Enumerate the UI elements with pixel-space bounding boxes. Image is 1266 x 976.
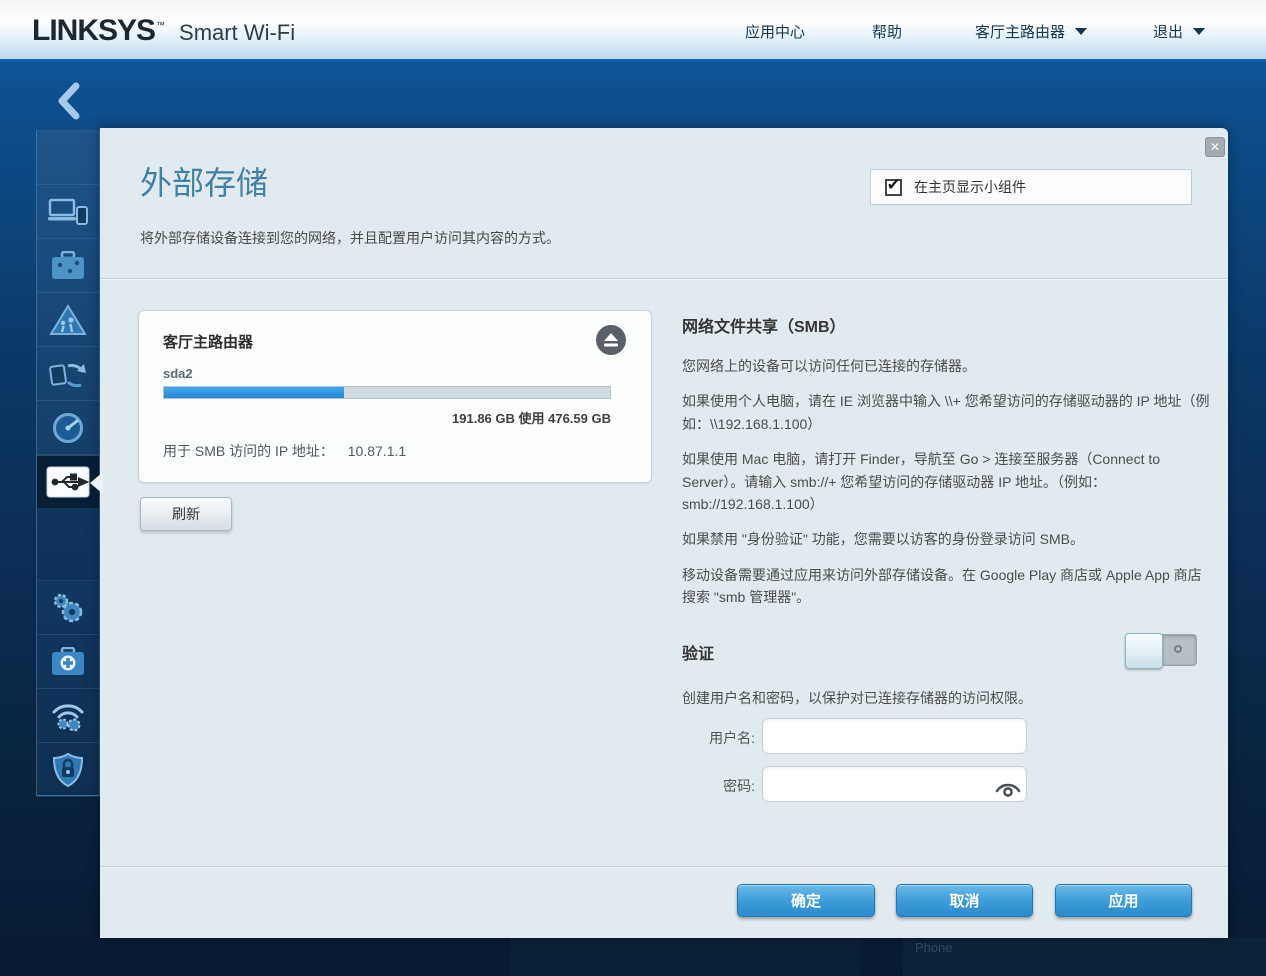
usb-storage-icon [46, 466, 90, 498]
cancel-button[interactable]: 取消 [896, 884, 1033, 917]
external-storage-panel: ✕ 外部存储 将外部存储设备连接到您的网络，并且配置用户访问其内容的方式。 ✔ … [100, 128, 1228, 938]
first-aid-kit-icon [50, 647, 86, 677]
sidebar-item-parental-controls[interactable] [37, 293, 99, 347]
app-header: LINKSYS ™ Smart Wi-Fi 应用中心 帮助 客厅主路由器 退出 [0, 0, 1266, 62]
speed-test-icon [51, 411, 85, 445]
smb-paragraph: 如果使用 Mac 电脑，请打开 Finder，导航至 Go > 连接至服务器（C… [682, 448, 1214, 515]
trademark-symbol: ™ [156, 20, 165, 30]
username-field[interactable] [762, 718, 1027, 754]
usage-bar-fill [164, 387, 344, 398]
smb-paragraph: 您网络上的设备可以访问任何已连接的存储器。 [682, 355, 1214, 377]
nav-label: 退出 [1153, 21, 1183, 42]
auth-heading: 验证 [682, 640, 714, 664]
guest-access-icon [50, 251, 86, 281]
devices-icon [48, 198, 88, 226]
smb-ip-value: 10.87.1.1 [348, 443, 406, 459]
usage-text: 191.86 GB 使用 476.59 GB [163, 408, 611, 427]
chevron-left-icon [52, 82, 86, 120]
sidebar-item-security[interactable] [37, 743, 99, 797]
sidebar-item-connectivity[interactable] [37, 581, 99, 635]
sidebar-item-media-prioritization[interactable] [37, 347, 99, 401]
sidebar-spacer [37, 131, 99, 185]
sidebar-item-device-list[interactable] [37, 185, 99, 239]
sidebar-spacer [37, 509, 99, 581]
chevron-down-icon [1193, 28, 1205, 35]
storage-device-card: 客厅主路由器 sda2 191.86 GB 使用 476.59 GB 用于 SM… [138, 310, 652, 483]
smb-paragraph: 如果禁用 "身份验证" 功能，您需要以访客的身份登录访问 SMB。 [682, 528, 1214, 550]
brand-subtitle: Smart Wi-Fi [179, 20, 295, 46]
toggle-off-indicator [1174, 645, 1182, 653]
auth-description: 创建用户名和密码，以保护对已连接存储器的访问权限。 [682, 688, 1032, 708]
password-label: 密码: [683, 776, 755, 796]
wifi-settings-icon [48, 700, 88, 732]
eject-icon [603, 333, 619, 347]
username-label: 用户名: [683, 728, 755, 748]
page-title: 外部存储 [140, 158, 268, 204]
nav-logout-menu[interactable]: 退出 [1153, 0, 1205, 62]
page-subtitle: 将外部存储设备连接到您的网络，并且配置用户访问其内容的方式。 [140, 228, 560, 248]
eject-button[interactable] [596, 325, 626, 355]
media-prioritization-icon [48, 358, 88, 390]
usage-bar [163, 386, 611, 399]
back-button[interactable] [52, 82, 86, 120]
smb-ip-label: 用于 SMB 访问的 IP 地址： [163, 443, 334, 459]
apply-button[interactable]: 应用 [1055, 884, 1192, 917]
divider [100, 278, 1228, 280]
chevron-down-icon [1075, 28, 1087, 35]
smb-info-section: 网络文件共享（SMB） 您网络上的设备可以访问任何已连接的存储器。 如果使用个人… [682, 313, 1214, 622]
sidebar-item-speed-test[interactable] [37, 401, 99, 455]
smb-ip-line: 用于 SMB 访问的 IP 地址： 10.87.1.1 [163, 441, 406, 461]
ok-button[interactable]: 确定 [737, 884, 875, 917]
sidebar-item-wireless[interactable] [37, 689, 99, 743]
auth-toggle[interactable] [1125, 634, 1197, 666]
smb-paragraph: 移动设备需要通过应用来访问外部存储设备。在 Google Play 商店或 Ap… [682, 564, 1214, 609]
show-widget-option[interactable]: ✔ 在主页显示小组件 [870, 169, 1192, 205]
linksys-brand: LINKSYS ™ Smart Wi-Fi [32, 14, 295, 48]
smb-paragraph: 如果使用个人电脑，请在 IE 浏览器中输入 \\+ 您希望访问的存储驱动器的 I… [682, 390, 1214, 435]
widget-checkbox-label: 在主页显示小组件 [914, 177, 1026, 197]
show-password-button[interactable] [995, 782, 1021, 803]
gears-icon [50, 591, 86, 625]
background-page-text: Phone [915, 940, 953, 955]
partition-name: sda2 [163, 366, 193, 381]
eye-icon [995, 782, 1021, 798]
close-icon[interactable]: ✕ [1205, 137, 1225, 157]
divider [100, 866, 1228, 868]
refresh-button[interactable]: 刷新 [140, 497, 232, 531]
linksys-logo: LINKSYS [32, 14, 155, 48]
widget-checkbox[interactable]: ✔ [885, 179, 902, 196]
checkmark-icon: ✔ [887, 175, 900, 195]
sidebar-item-guest-access[interactable] [37, 239, 99, 293]
sidebar [36, 130, 100, 796]
nav-label: 客厅主路由器 [975, 21, 1065, 42]
parental-controls-icon [49, 304, 87, 336]
nav-app-center[interactable]: 应用中心 [745, 0, 805, 62]
toggle-knob[interactable] [1125, 633, 1163, 669]
dimmed-background-widget [510, 938, 860, 976]
dimmed-background-widget [903, 938, 1266, 976]
router-name: 客厅主路由器 [163, 331, 253, 352]
nav-label: 帮助 [872, 21, 902, 42]
nav-router-menu[interactable]: 客厅主路由器 [975, 0, 1087, 62]
nav-label: 应用中心 [745, 21, 805, 42]
linksys-smart-wifi-app: Phone LINKSYS ™ Smart Wi-Fi 应用中心 帮助 客厅主路… [0, 0, 1266, 976]
sidebar-item-troubleshooting[interactable] [37, 635, 99, 689]
password-field[interactable] [762, 766, 1027, 802]
smb-heading: 网络文件共享（SMB） [682, 313, 1214, 337]
nav-help[interactable]: 帮助 [872, 0, 902, 62]
shield-lock-icon [52, 753, 84, 787]
selected-item-pointer [90, 472, 103, 494]
